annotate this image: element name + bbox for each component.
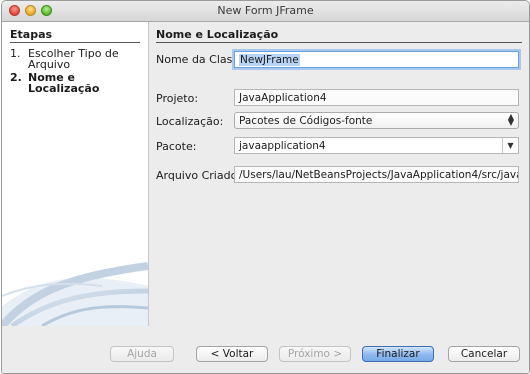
back-button[interactable]: < Voltar [196,346,268,362]
finish-button[interactable]: Finalizar [362,346,434,362]
created-file-field: /Users/lau/NetBeansProjects/JavaApplicat… [234,166,519,183]
step-item-name-location: 2. Nome e Localização [10,72,140,94]
project-field: JavaApplication4 [234,89,519,106]
section-title: Nome e Localização [156,28,279,41]
project-label: Projeto: [156,92,199,105]
title-bar: New Form JFrame [2,1,529,22]
created-file-label: Arquivo Criado: [156,169,242,182]
help-button[interactable]: Ajuda [110,346,174,362]
package-label: Pacote: [156,140,197,153]
step-label: Nome e Localização [28,71,100,95]
step-label: Escolher Tipo de Arquivo [28,47,119,71]
package-value: javaapplication4 [239,140,326,152]
button-bar: Ajuda < Voltar Próximo > Finalizar Cance… [2,327,529,373]
dialog-window: New Form JFrame Etapas 1. Escolher Tipo … [1,0,530,374]
location-value: Pacotes de Códigos-fonte [239,115,373,127]
class-name-value: NewJFrame [239,54,300,66]
steps-sidebar: Etapas 1. Escolher Tipo de Arquivo 2. No… [2,22,149,326]
location-select[interactable]: Pacotes de Códigos-fonte ▲ ▼ [234,112,519,129]
window-title: New Form JFrame [217,4,314,17]
location-label: Localização: [156,115,224,128]
class-name-input[interactable]: NewJFrame [234,51,519,68]
step-number: 1. [10,47,21,60]
up-down-arrows-icon: ▲ ▼ [507,112,514,127]
package-combobox[interactable]: javaapplication4 ▼ [234,137,519,154]
step-item-choose-type: 1. Escolher Tipo de Arquivo [10,48,140,70]
wizard-decoration-image [2,262,148,326]
form-panel: Nome e Localização Nome da Classe: NewJF… [149,22,529,326]
steps-list: 1. Escolher Tipo de Arquivo 2. Nome e Lo… [10,48,140,96]
step-number: 2. [10,71,22,84]
next-button[interactable]: Próximo > [279,346,351,362]
cancel-button[interactable]: Cancelar [448,346,520,362]
steps-title: Etapas [10,28,53,41]
steps-divider [10,42,140,43]
section-divider [156,42,522,43]
chevron-down-icon[interactable]: ▼ [502,138,518,153]
